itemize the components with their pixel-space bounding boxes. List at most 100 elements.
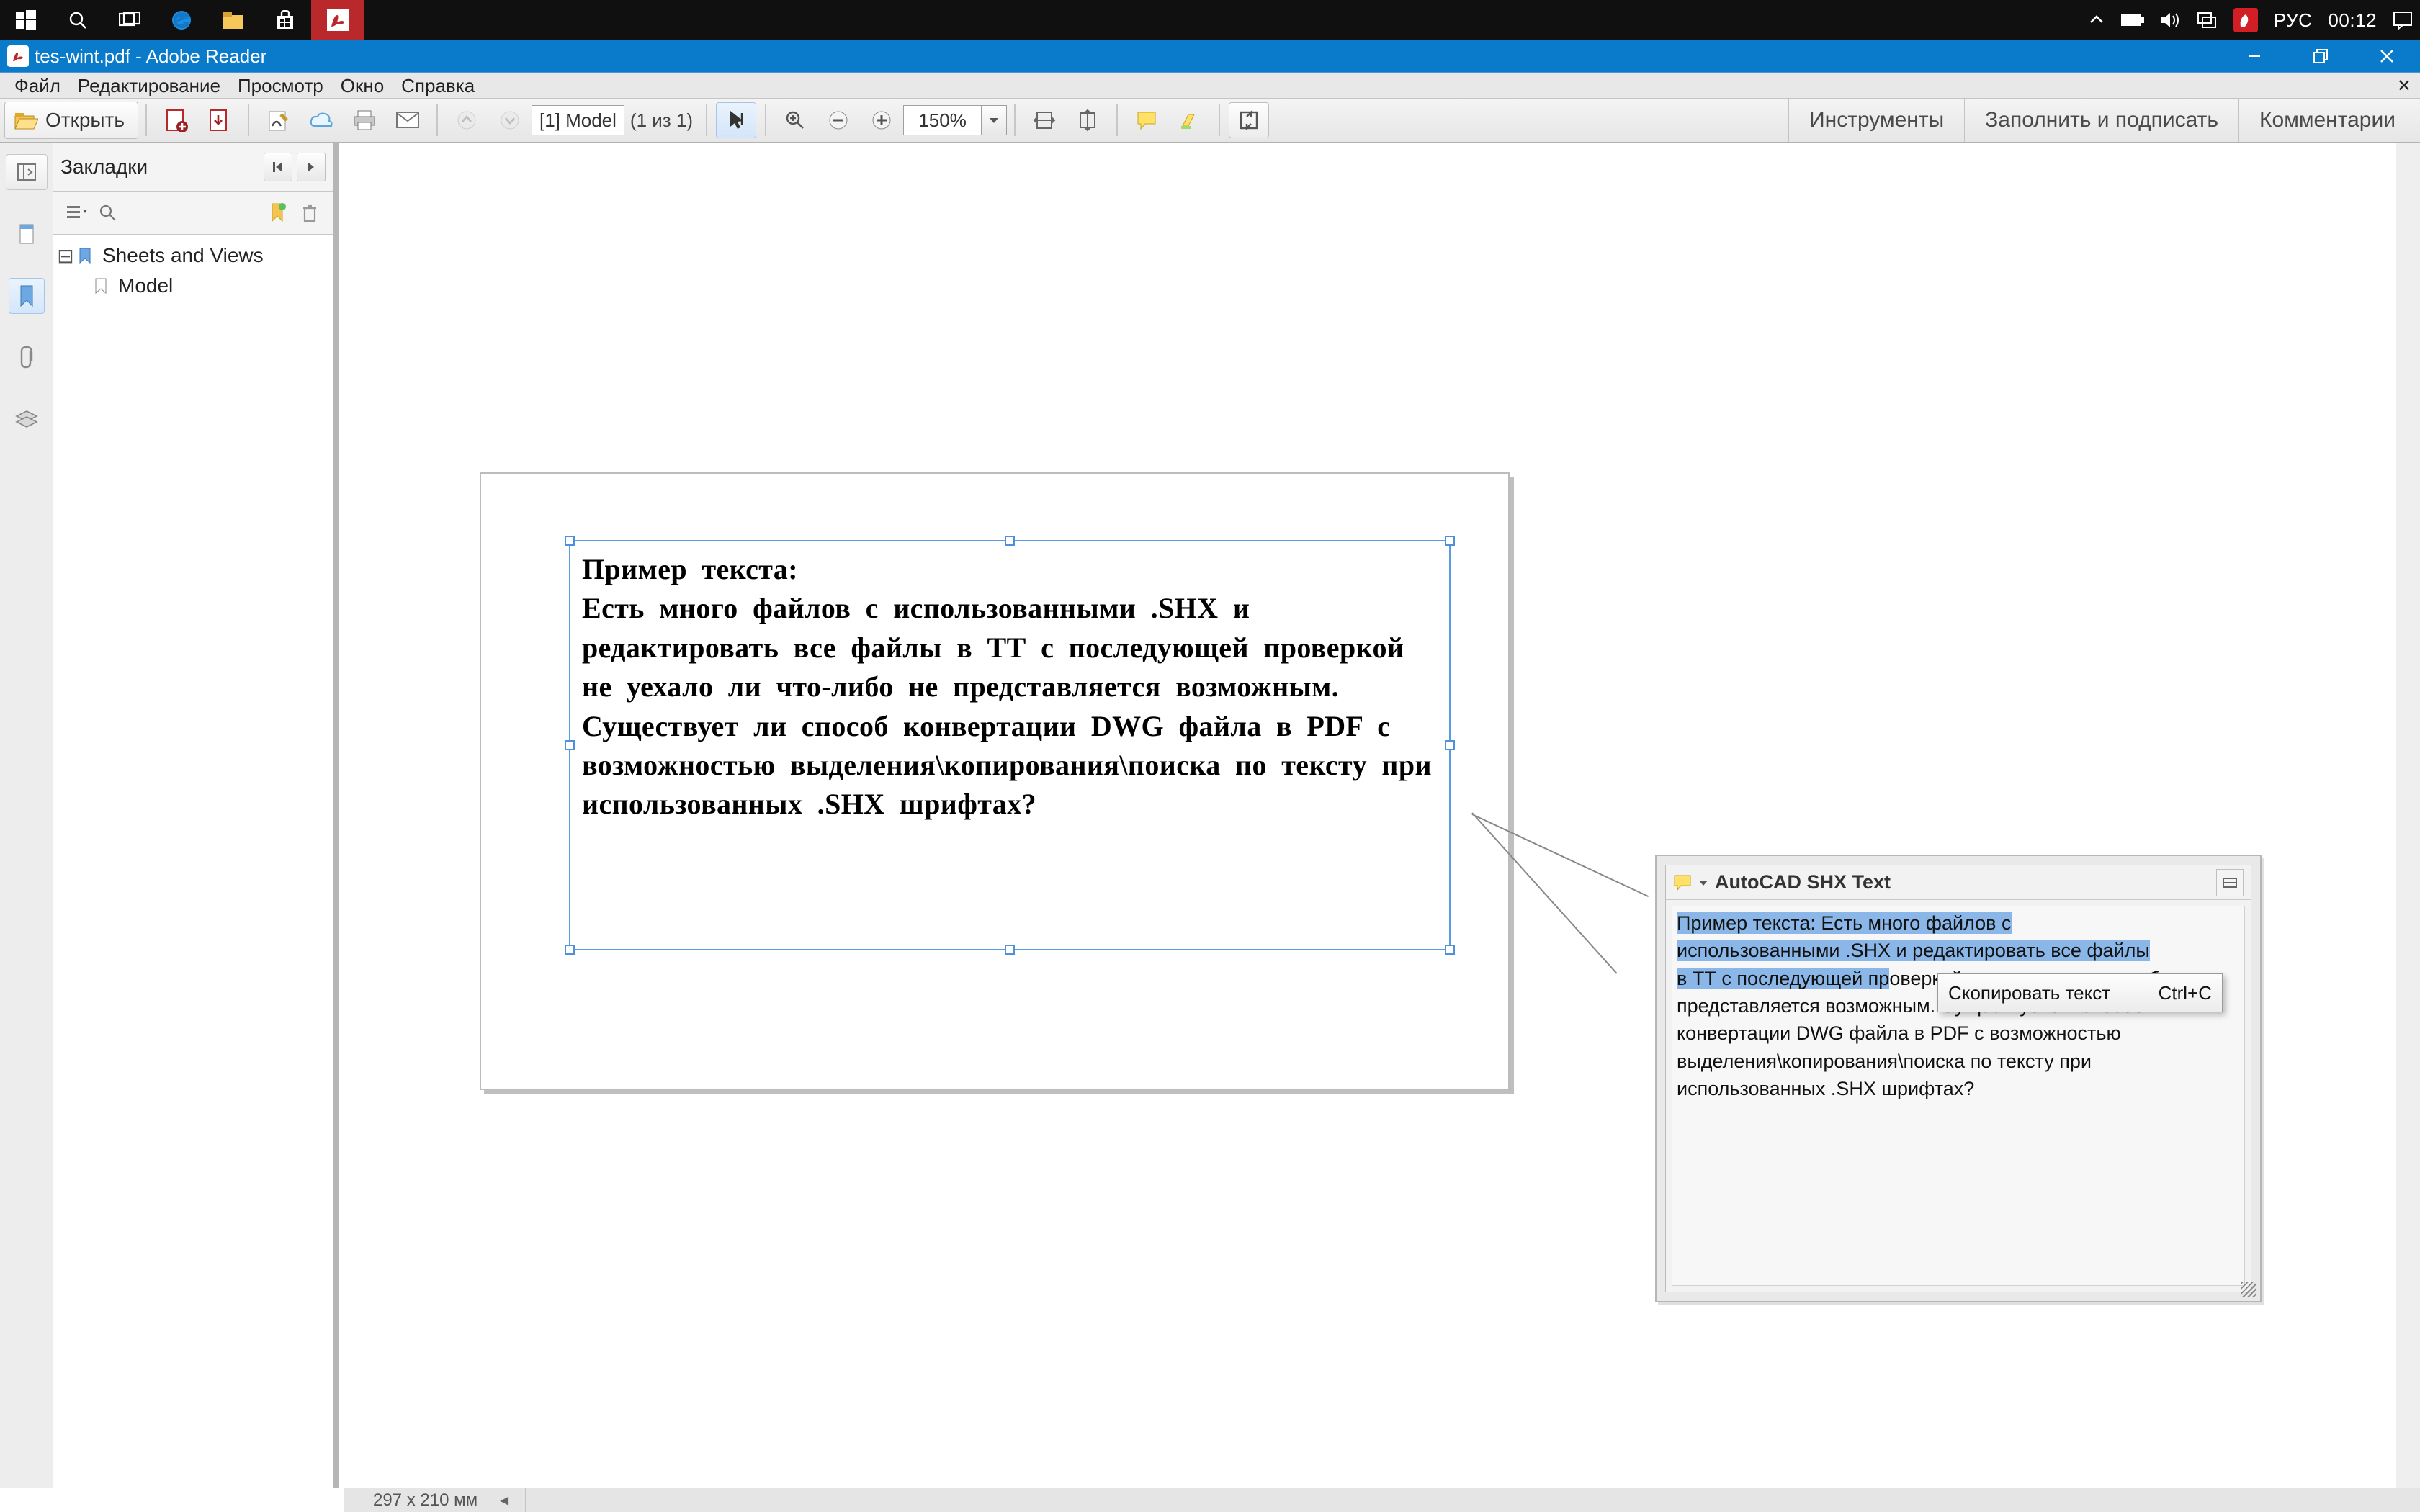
tree-node-label: Sheets and Views <box>102 244 264 267</box>
collapse-icon[interactable]: ⊟ <box>58 244 73 268</box>
bookmarks-new-icon[interactable] <box>262 197 294 229</box>
clock[interactable]: 00:12 <box>2328 9 2377 32</box>
page-down-button[interactable] <box>490 102 530 138</box>
bookmarks-icon[interactable] <box>9 278 45 314</box>
export-pdf-icon[interactable] <box>199 102 239 138</box>
print-icon[interactable] <box>344 102 385 138</box>
file-explorer-icon[interactable] <box>207 0 259 40</box>
resize-handle[interactable] <box>1445 740 1455 750</box>
window-controls <box>2221 40 2420 72</box>
page-up-button[interactable] <box>447 102 487 138</box>
status-bar: 297 x 210 мм ◂ <box>344 1488 2420 1512</box>
tree-node-model[interactable]: Model <box>58 271 328 301</box>
battery-icon[interactable] <box>2121 0 2144 40</box>
bookmarks-panel: Закладки ⊟ Sheets and Views Model <box>53 143 339 1488</box>
resize-handle[interactable] <box>565 740 575 750</box>
scroll-left-icon[interactable]: ◂ <box>492 1490 516 1511</box>
bookmarks-tree[interactable]: ⊟ Sheets and Views Model <box>53 235 333 1488</box>
minimize-button[interactable] <box>2221 40 2287 72</box>
volume-icon[interactable] <box>2160 0 2180 40</box>
attachments-icon[interactable] <box>9 340 45 376</box>
resize-handle[interactable] <box>1005 536 1015 546</box>
fit-width-icon[interactable] <box>1024 102 1065 138</box>
select-tool-icon[interactable] <box>716 102 756 138</box>
zoom-in-button[interactable] <box>861 102 902 138</box>
popup-minimize-button[interactable] <box>2216 869 2244 896</box>
network-icon[interactable] <box>2196 0 2218 40</box>
menu-file[interactable]: Файл <box>6 73 69 98</box>
bookmarks-next-button[interactable] <box>297 153 326 181</box>
input-language[interactable]: РУС <box>2274 9 2313 32</box>
bookmarks-first-button[interactable] <box>264 153 292 181</box>
bookmarks-options-icon[interactable] <box>60 197 92 229</box>
tab-fill-sign[interactable]: Заполнить и подписать <box>1964 99 2238 142</box>
bookmarks-toolbar <box>53 192 333 235</box>
bookmark-node-icon <box>94 277 114 294</box>
zoom-marquee-icon[interactable] <box>775 102 815 138</box>
horizontal-scrollbar[interactable] <box>525 1488 2420 1512</box>
comment-highlighted-text: в ТТ с последующей пр <box>1677 968 1889 989</box>
tray-chevron-icon[interactable] <box>2088 0 2105 40</box>
context-menu-shortcut: Ctrl+C <box>2159 982 2212 1004</box>
popup-resize-grip[interactable] <box>2238 1279 2257 1298</box>
tab-comments[interactable]: Комментарии <box>2238 99 2416 142</box>
comment-highlighted-text: и редактировать все файлы <box>1896 940 2150 961</box>
highlight-icon[interactable] <box>1170 102 1210 138</box>
bookmarks-header: Закладки <box>53 143 333 192</box>
sign-icon[interactable] <box>258 102 298 138</box>
fit-page-icon[interactable] <box>1067 102 1108 138</box>
zoom-dropdown-button[interactable] <box>981 105 1007 135</box>
tree-node-label: Model <box>118 274 173 297</box>
resize-handle[interactable] <box>565 536 575 546</box>
bookmarks-delete-icon[interactable] <box>294 197 326 229</box>
edge-icon[interactable] <box>156 0 207 40</box>
bookmark-node-icon <box>78 247 98 264</box>
nav-pane-toggle[interactable] <box>6 154 48 190</box>
resize-handle[interactable] <box>1445 945 1455 955</box>
comment-popup[interactable]: AutoCAD SHX Text Пример текста: Есть мно… <box>1655 855 2262 1302</box>
menu-edit[interactable]: Редактирование <box>69 73 229 98</box>
comment-text-area[interactable]: Пример текста: Есть много файлов с испол… <box>1672 906 2245 1286</box>
vertical-scrollbar[interactable] <box>2396 143 2420 1488</box>
save-cloud-icon[interactable] <box>301 102 341 138</box>
layers-icon[interactable] <box>9 402 45 438</box>
document-view[interactable]: Пример текста: Есть много файлов с испол… <box>339 143 2420 1488</box>
comment-popup-header[interactable]: AutoCAD SHX Text <box>1666 865 2251 900</box>
avira-tray-icon[interactable] <box>2233 8 2258 32</box>
task-view-icon[interactable] <box>104 0 156 40</box>
thumbnails-icon[interactable] <box>9 216 45 252</box>
menu-help[interactable]: Справка <box>393 73 483 98</box>
sticky-note-icon[interactable] <box>1126 102 1167 138</box>
zoom-input[interactable]: 150% <box>903 105 981 135</box>
action-center-icon[interactable] <box>2393 0 2413 40</box>
page-number-input[interactable]: [1] Model <box>532 105 624 135</box>
tree-node-sheets[interactable]: ⊟ Sheets and Views <box>58 240 328 271</box>
store-icon[interactable] <box>259 0 311 40</box>
restore-button[interactable] <box>2287 40 2354 72</box>
adobe-reader-taskbar-icon[interactable] <box>311 0 364 40</box>
open-button[interactable]: Открыть <box>4 102 138 139</box>
tab-tools[interactable]: Инструменты <box>1788 99 1964 142</box>
close-button[interactable] <box>2354 40 2420 72</box>
menu-window[interactable]: Окно <box>332 73 393 98</box>
close-doc-button[interactable]: ✕ <box>2388 76 2420 96</box>
windows-taskbar: РУС 00:12 <box>0 0 2420 40</box>
resize-handle[interactable] <box>1445 536 1455 546</box>
chevron-down-icon[interactable] <box>1698 877 1709 888</box>
email-icon[interactable] <box>387 102 428 138</box>
toolbar-separator <box>1116 104 1118 136</box>
toolbar-separator <box>1014 104 1016 136</box>
right-panel-tabs: Инструменты Заполнить и подписать Коммен… <box>1788 99 2416 142</box>
search-icon[interactable] <box>52 0 104 40</box>
read-mode-icon[interactable] <box>1229 102 1269 138</box>
toolbar-separator <box>1219 104 1220 136</box>
menu-view[interactable]: Просмотр <box>229 73 332 98</box>
zoom-out-button[interactable] <box>818 102 859 138</box>
bookmarks-find-icon[interactable] <box>92 197 124 229</box>
resize-handle[interactable] <box>565 945 575 955</box>
taskbar-left <box>0 0 364 40</box>
resize-handle[interactable] <box>1005 945 1015 955</box>
create-pdf-icon[interactable] <box>156 102 196 138</box>
start-button[interactable] <box>0 0 52 40</box>
context-menu-copy[interactable]: Скопировать текст <box>1948 982 2110 1004</box>
